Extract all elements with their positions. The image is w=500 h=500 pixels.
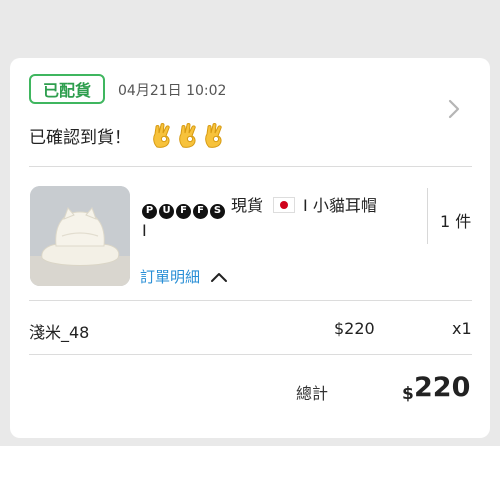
message-text: 已確認到貨！ (29, 127, 131, 148)
ok-hand-icon (179, 123, 196, 148)
brand-letter: S (210, 203, 225, 219)
chevron-right-icon[interactable] (443, 98, 465, 120)
vertical-divider (427, 188, 428, 244)
item-quantity: 1 件 (440, 212, 472, 231)
divider (29, 300, 472, 301)
ok-hand-icon (205, 123, 222, 148)
title-main: I 小貓耳帽 (303, 196, 377, 215)
total-amount: 220 (414, 372, 471, 403)
japan-flag-icon (273, 197, 296, 213)
title-prefix: 現貨 (231, 196, 264, 215)
line-price: $220 (334, 319, 375, 338)
bucket-hat-image (30, 186, 130, 286)
ok-hand-icons (151, 122, 225, 148)
brand-letter: F (193, 203, 208, 219)
ok-hand-icon (153, 123, 170, 148)
divider (29, 354, 472, 355)
total-currency: $ (402, 384, 414, 404)
brand-logo: P U F F S (142, 203, 225, 219)
product-image[interactable] (30, 186, 130, 286)
product-title[interactable]: P U F F S 現貨 I 小貓耳帽 I (142, 194, 414, 243)
line-quantity: x1 (452, 319, 472, 338)
order-details-toggle[interactable]: 訂單明細 (140, 266, 228, 287)
line-variant: 淺米_48 (29, 323, 90, 342)
order-details-label: 訂單明細 (140, 268, 201, 286)
brand-letter: P (142, 203, 157, 219)
status-badge: 已配貨 (29, 74, 105, 104)
order-message: 已確認到貨！ (29, 122, 225, 148)
title-continuation: I (142, 220, 147, 240)
brand-letter: U (159, 203, 174, 219)
total-label: 總計 (296, 384, 329, 403)
divider (29, 166, 472, 167)
bottom-area (0, 446, 500, 500)
brand-letter: F (176, 203, 191, 219)
chevron-up-icon (211, 272, 228, 282)
order-timestamp: 04月21日 10:02 (118, 83, 227, 99)
